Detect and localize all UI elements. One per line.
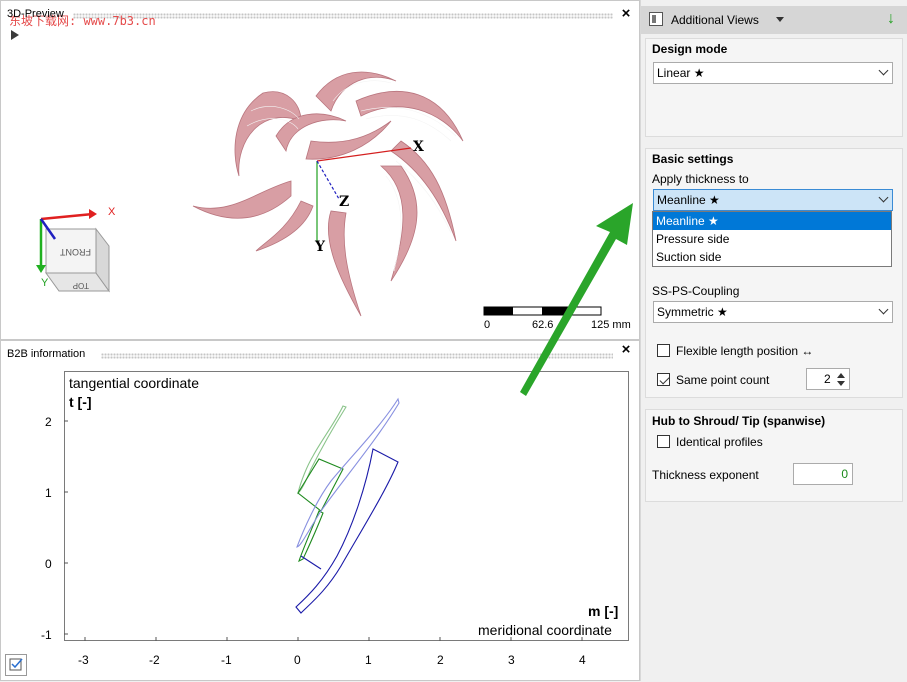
impeller-blades <box>192 71 464 317</box>
b2b-curves <box>64 397 583 641</box>
chevron-down-icon <box>878 304 889 315</box>
axis-ticks <box>64 420 583 641</box>
apply-thickness-options[interactable]: Meanline ★ Pressure side Suction side <box>652 211 892 267</box>
flexible-length-label: Flexible length position ↔ <box>676 344 814 358</box>
axis-z-label: Z <box>339 194 349 210</box>
design-mode-group: Design mode Linear ★ <box>645 38 903 137</box>
apply-thickness-select[interactable]: Meanline ★ <box>653 189 893 211</box>
orientation-cube[interactable]: FRONT TOP X Y <box>36 206 116 293</box>
settings-panel: Additional Views ↓ Design mode Linear ★ … <box>640 0 907 681</box>
axis-y-label: Y <box>314 239 326 255</box>
point-count-value: 2 <box>824 372 831 386</box>
identical-profiles-label: Identical profiles <box>676 435 763 449</box>
scale-0: 0 <box>484 319 490 331</box>
stepper-down-icon[interactable] <box>837 381 845 386</box>
design-mode-title: Design mode <box>652 42 728 56</box>
scale-mid: 62.6 <box>532 319 553 331</box>
additional-views-header[interactable]: Additional Views ↓ <box>641 6 907 34</box>
download-arrow-icon[interactable]: ↓ <box>887 10 895 28</box>
cube-y-label: Y <box>41 277 49 289</box>
point-count-stepper[interactable]: 2 <box>806 368 850 390</box>
preview-panel: 东坡下载网: www.7b3.cn 3D-Preview × X Z Y FRO… <box>0 0 640 340</box>
scale-bar: 0 62.6 125 mm <box>483 306 631 331</box>
blade-profiles <box>295 397 400 614</box>
hub-shroud-group: Hub to Shroud/ Tip (spanwise) Identical … <box>645 409 903 502</box>
views-icon <box>649 12 663 26</box>
basic-settings-title: Basic settings <box>652 152 734 166</box>
scale-max: 125 mm <box>591 319 631 331</box>
coupling-select[interactable]: Symmetric ★ <box>653 301 893 323</box>
header-dropdown-icon[interactable] <box>776 17 784 22</box>
identical-profiles-checkbox[interactable] <box>657 435 670 448</box>
chevron-down-icon <box>878 65 889 76</box>
option-pressure-side[interactable]: Pressure side <box>653 230 891 248</box>
header-label: Additional Views <box>671 13 759 27</box>
thickness-exponent-input[interactable]: 0 <box>793 463 853 485</box>
same-point-count-label: Same point count <box>676 373 770 387</box>
cube-top-label: TOP <box>73 281 89 290</box>
basic-settings-group: Basic settings Apply thickness to Meanli… <box>645 148 903 398</box>
toolbar-toggle-icon[interactable] <box>5 654 27 676</box>
option-suction-side[interactable]: Suction side <box>653 248 891 266</box>
option-meanline[interactable]: Meanline ★ <box>653 212 891 230</box>
apply-thickness-value: Meanline ★ <box>657 193 720 207</box>
flexible-length-checkbox[interactable] <box>657 344 670 357</box>
design-mode-select[interactable]: Linear ★ <box>653 62 893 84</box>
cube-front-label: FRONT <box>60 247 91 257</box>
thickness-exponent-label: Thickness exponent <box>652 468 759 482</box>
chevron-down-icon <box>878 192 889 203</box>
coupling-label: SS-PS-Coupling <box>652 284 740 298</box>
cube-x-label: X <box>108 206 116 218</box>
design-mode-value: Linear ★ <box>657 66 705 80</box>
hub-shroud-title: Hub to Shroud/ Tip (spanwise) <box>652 414 826 428</box>
stepper-up-icon[interactable] <box>837 373 845 378</box>
coupling-value: Symmetric ★ <box>657 305 728 319</box>
axis-x-label: X <box>413 139 424 155</box>
b2b-panel: B2B information × tangential coordinate … <box>0 340 640 681</box>
same-point-count-checkbox[interactable] <box>657 373 670 386</box>
apply-thickness-label: Apply thickness to <box>652 172 749 186</box>
impeller-view[interactable]: X Z Y FRONT TOP X Y 0 62.6 125 mm <box>1 1 641 341</box>
